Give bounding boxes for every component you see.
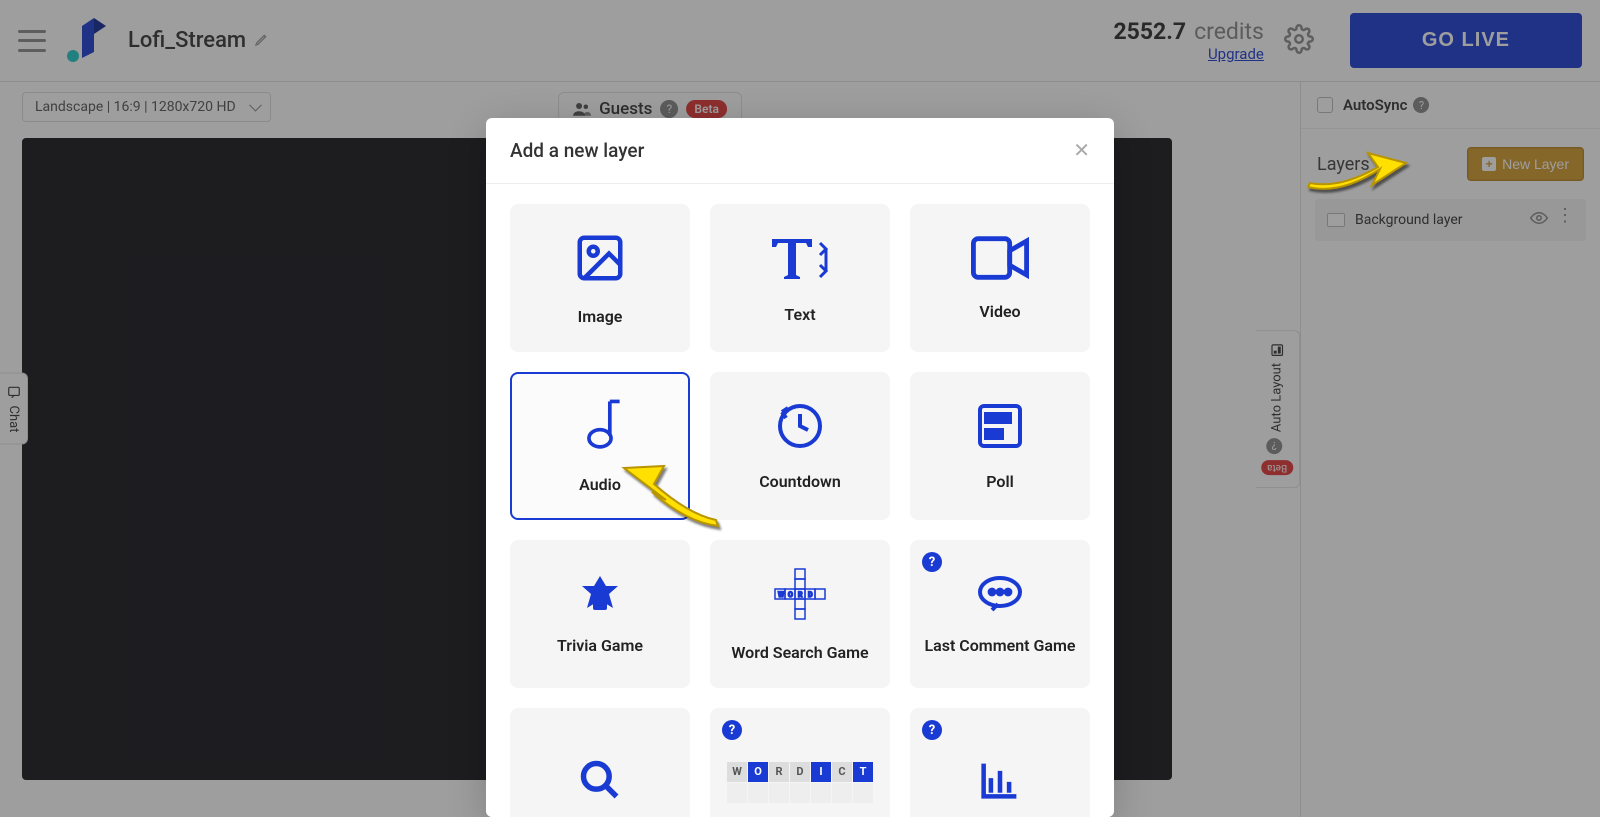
svg-text:R: R	[798, 591, 803, 599]
tile-help-icon[interactable]: ?	[722, 720, 742, 740]
wordsearch-icon: WORD	[773, 567, 827, 625]
svg-text:O: O	[788, 591, 793, 599]
layer-tile-trivia[interactable]: Trivia Game	[510, 540, 690, 688]
layer-tile-poll[interactable]: Poll	[910, 372, 1090, 520]
annotation-arrow-new-layer	[1300, 145, 1410, 209]
layer-tile-video[interactable]: Video	[910, 204, 1090, 352]
tile-label: Image	[578, 307, 623, 326]
layer-tile-image[interactable]: Image	[510, 204, 690, 352]
svg-text:D: D	[808, 591, 813, 599]
modal-overlay[interactable]: Add a new layer ✕ Image Text Video Audio Cou…	[0, 0, 1600, 817]
modal-title: Add a new layer	[510, 139, 644, 162]
modal-body: Image Text Video Audio Countdown Poll Trivia G…	[486, 184, 1114, 817]
layer-tile-wordsearch[interactable]: WORD Word Search Game	[710, 540, 890, 688]
countdown-icon	[776, 402, 824, 454]
layer-tile-countdown[interactable]: Countdown	[710, 372, 890, 520]
audio-icon	[575, 399, 625, 457]
tile-label: Last Comment Game	[924, 636, 1075, 655]
tile-help-icon[interactable]: ?	[922, 552, 942, 572]
tile-label: Video	[979, 302, 1020, 321]
add-layer-modal: Add a new layer ✕ Image Text Video Audio Cou…	[486, 118, 1114, 817]
layer-tile-grid: Image Text Video Audio Countdown Poll Trivia G…	[506, 204, 1094, 817]
tile-label: Word Search Game	[731, 643, 868, 662]
tile-label: Text	[784, 305, 815, 324]
image-icon	[573, 231, 627, 289]
layer-tile-audio[interactable]: Audio	[510, 372, 690, 520]
modal-header: Add a new layer ✕	[486, 118, 1114, 184]
layer-tile-wordict[interactable]: ? WORDICT	[710, 708, 890, 817]
poll-icon	[976, 402, 1024, 454]
comment-icon	[976, 574, 1024, 618]
barchart-icon	[978, 760, 1022, 804]
tile-label: Poll	[986, 472, 1014, 491]
svg-text:W: W	[778, 591, 785, 599]
tile-help-icon[interactable]: ?	[922, 720, 942, 740]
tile-label: Audio	[579, 475, 621, 494]
search-icon	[578, 758, 622, 806]
tile-label: Trivia Game	[557, 636, 643, 655]
trivia-icon	[575, 574, 625, 618]
text-icon	[770, 233, 830, 287]
tile-label: Countdown	[759, 472, 841, 491]
wordict-icon: WORDICT	[727, 762, 873, 803]
layer-tile-comment[interactable]: ? Last Comment Game	[910, 540, 1090, 688]
video-icon	[971, 236, 1029, 284]
modal-close-button[interactable]: ✕	[1073, 138, 1090, 163]
layer-tile-text[interactable]: Text	[710, 204, 890, 352]
layer-tile-search[interactable]	[510, 708, 690, 817]
layer-tile-barchart[interactable]: ?	[910, 708, 1090, 817]
